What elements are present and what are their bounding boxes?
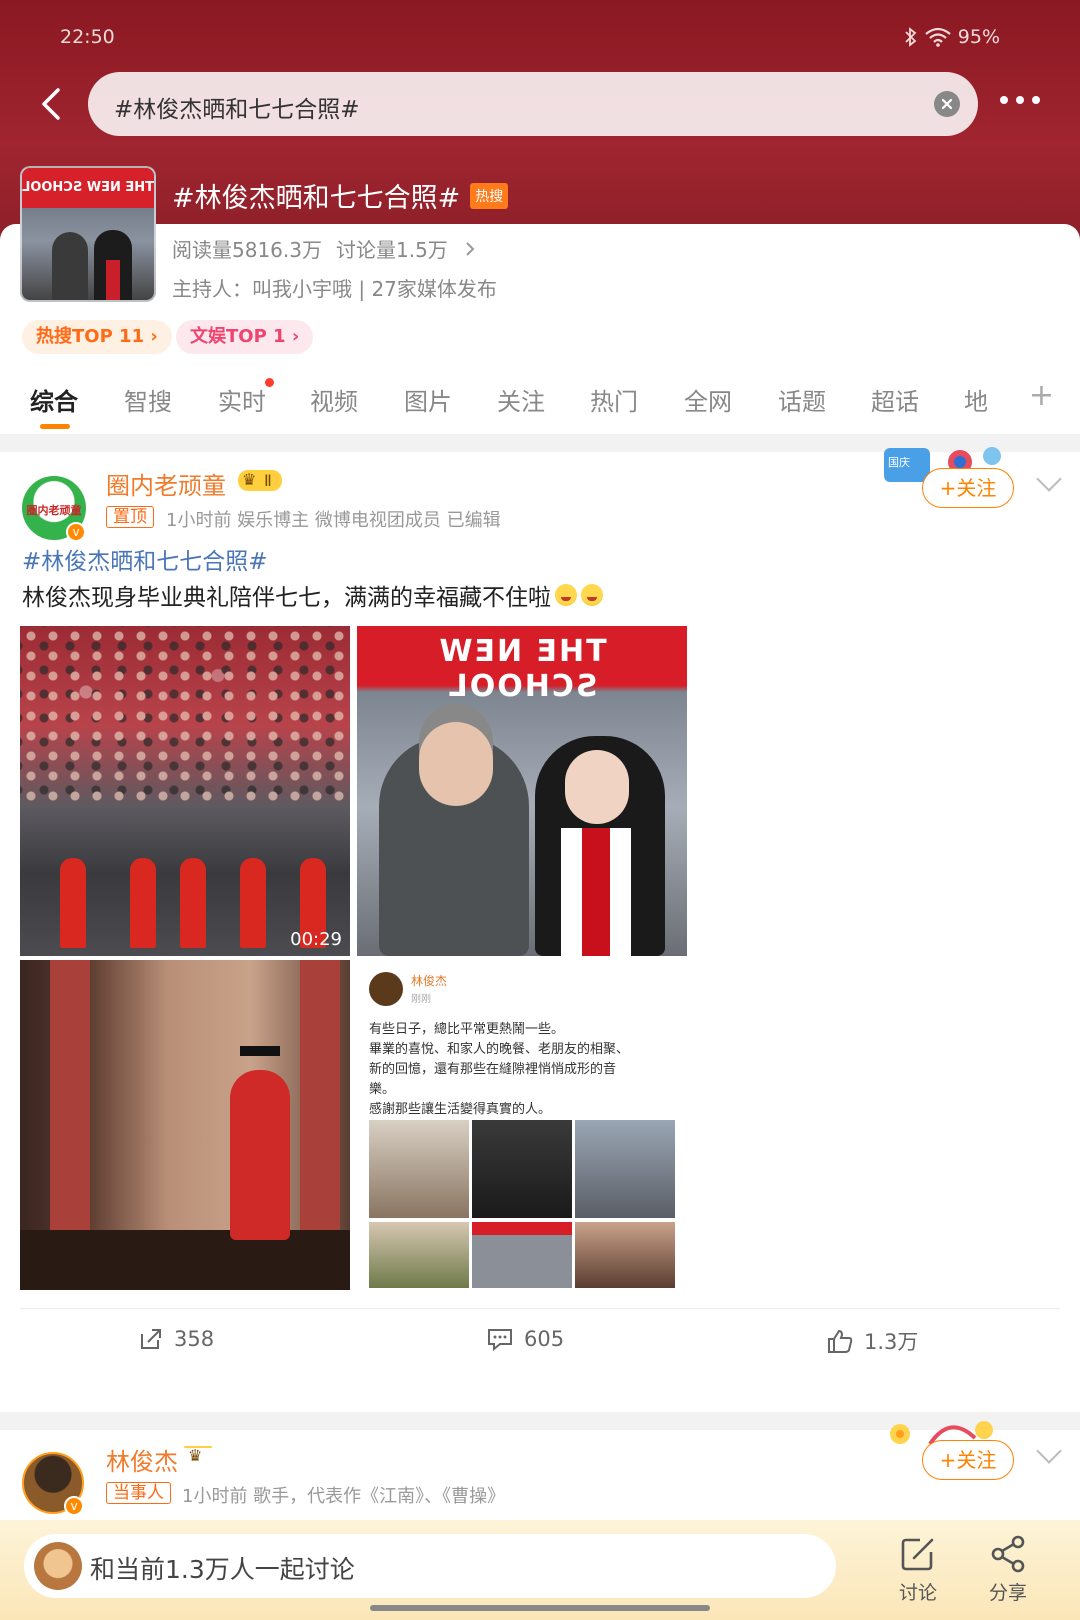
tab-超话[interactable]: 超话 xyxy=(871,382,919,417)
status-time: 22:50 xyxy=(60,26,115,48)
hot-badge: 热搜 xyxy=(470,182,509,209)
post-text: 林俊杰现身毕业典礼陪伴七七，满满的幸福藏不住啦 xyxy=(22,578,603,612)
topic-thumbnail[interactable]: THE NEW SCHOOL xyxy=(20,166,156,302)
wifi-icon xyxy=(925,27,951,47)
topic-stats[interactable]: 阅读量5816.3万 讨论量1.5万 xyxy=(172,234,478,263)
role-badge: 当事人 xyxy=(106,1482,171,1504)
vip-crown-badge: ♛ Ⅱ xyxy=(238,470,282,491)
share-button[interactable]: 分享 xyxy=(978,1534,1038,1605)
topic-title-text: #林俊杰晒和七七合照# xyxy=(172,183,461,214)
follow-button[interactable]: +关注 xyxy=(922,1440,1014,1480)
chevron-down-icon[interactable] xyxy=(1036,1438,1062,1464)
status-bar: 22:50 95% xyxy=(60,26,1000,56)
like-button[interactable]: 1.3万 xyxy=(826,1326,918,1356)
comment-icon xyxy=(488,1329,512,1352)
video-duration: 00:29 xyxy=(290,929,342,950)
back-icon[interactable] xyxy=(36,86,66,122)
post-meta: 1小时前 歌手，代表作《江南》、《曹操》 xyxy=(182,1486,506,1507)
author-name[interactable]: 林俊杰 xyxy=(106,1442,178,1477)
tab-热门[interactable]: 热门 xyxy=(590,382,638,417)
add-tab-icon[interactable]: + xyxy=(1029,381,1054,411)
thumbs-up-icon xyxy=(828,1329,853,1353)
chevron-down-icon[interactable] xyxy=(1036,466,1062,492)
post-image[interactable]: THE NEW SCHOOL xyxy=(357,626,687,956)
discussion-count: 讨论量1.5万 xyxy=(335,238,448,262)
tab-关注[interactable]: 关注 xyxy=(497,382,545,417)
tab-视频[interactable]: 视频 xyxy=(310,382,358,417)
follow-button[interactable]: +关注 xyxy=(922,468,1014,508)
search-query[interactable]: #林俊杰晒和七七合照# xyxy=(114,90,360,124)
topic-title: #林俊杰晒和七七合照# 热搜 xyxy=(172,176,509,215)
svg-text:国庆: 国庆 xyxy=(888,455,910,469)
battery-level: 95% xyxy=(957,26,1000,48)
tab-全网[interactable]: 全网 xyxy=(684,382,732,417)
post-meta: 1小时前 娱乐博主 微博电视团成员 已编辑 xyxy=(166,510,501,531)
ent-rank-pill[interactable]: 文娱TOP 1 › xyxy=(176,320,314,354)
post-hashtag[interactable]: #林俊杰晒和七七合照# xyxy=(22,542,268,576)
verified-badge: v xyxy=(66,522,86,542)
hot-rank-pill[interactable]: 热搜TOP 11 › xyxy=(22,320,172,354)
edit-icon xyxy=(901,1538,934,1571)
verified-badge: v xyxy=(64,1496,84,1516)
tab-图片[interactable]: 图片 xyxy=(404,382,452,417)
home-indicator[interactable] xyxy=(370,1605,710,1611)
repost-button[interactable]: 358 xyxy=(138,1326,214,1352)
tab-话题[interactable]: 话题 xyxy=(778,382,826,417)
topic-host[interactable]: 主持人：叫我小宇哦 | 27家媒体发布 xyxy=(172,273,497,302)
more-options-icon[interactable] xyxy=(1000,96,1040,104)
tab-bar: 综合 智搜 实时 视频 图片 关注 热门 全网 话题 超话 地 + xyxy=(0,376,1080,434)
emoji-icon xyxy=(581,584,603,606)
post-card[interactable]: 圈内老顽童 v 圈内老顽童 ♛ Ⅱ 置顶 1小时前 娱乐博主 微博电视团成员 已编… xyxy=(0,447,1080,1412)
post-video-thumbnail[interactable]: 00:29 xyxy=(20,626,350,956)
discussion-placeholder: 和当前1.3万人一起讨论 xyxy=(90,1555,355,1584)
read-count: 阅读量5816.3万 xyxy=(172,238,322,262)
share-icon xyxy=(991,1535,1025,1573)
tab-智搜[interactable]: 智搜 xyxy=(124,382,172,417)
search-bar[interactable]: #林俊杰晒和七七合照# xyxy=(88,72,978,136)
clear-search-icon[interactable] xyxy=(934,91,960,117)
pinned-badge: 置顶 xyxy=(106,506,154,528)
avatar xyxy=(369,972,403,1006)
discussion-input[interactable]: 和当前1.3万人一起讨论 xyxy=(24,1534,836,1598)
avatar xyxy=(34,1542,82,1590)
tab-地[interactable]: 地 xyxy=(964,382,988,417)
repost-icon xyxy=(141,1329,161,1349)
post-screenshot-image[interactable]: 林俊杰 刚刚 有些日子，總比平常更熱鬧一些。 畢業的喜悅、和家人的晚餐、老朋友的… xyxy=(357,960,687,1290)
bluetooth-icon xyxy=(905,27,917,47)
discuss-button[interactable]: 讨论 xyxy=(888,1534,948,1605)
chevron-right-icon xyxy=(466,241,475,256)
comment-button[interactable]: 605 xyxy=(486,1326,564,1352)
post-image[interactable] xyxy=(20,960,350,1290)
tab-综合[interactable]: 综合 xyxy=(30,382,78,417)
vip-crown-badge: ♛ xyxy=(184,1446,212,1465)
tab-实时[interactable]: 实时 xyxy=(218,378,274,417)
active-tab-indicator xyxy=(40,424,70,429)
new-dot xyxy=(265,378,274,387)
author-name[interactable]: 圈内老顽童 xyxy=(106,466,226,501)
emoji-icon xyxy=(555,584,577,606)
